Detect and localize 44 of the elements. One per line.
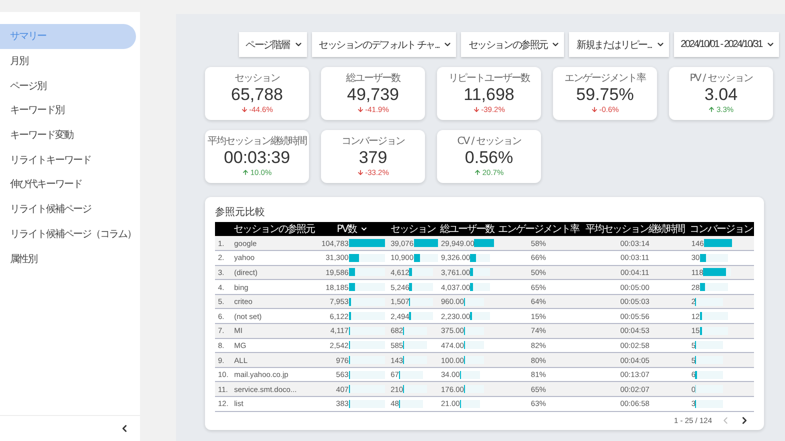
- filter-dropdown[interactable]: ページ階層: [238, 32, 307, 57]
- nav-item[interactable]: 月別: [0, 48, 136, 74]
- column-header[interactable]: PV数: [316, 222, 388, 236]
- nav-item[interactable]: 属性別: [0, 246, 136, 271]
- kpi-value: 0.56%: [464, 148, 514, 168]
- kpi-label: 平均セッション継続時間: [208, 134, 306, 148]
- sort-icon: [360, 225, 368, 234]
- kpi-value: 00:03:39: [224, 148, 290, 168]
- kpi-label: CV / セッション: [457, 135, 521, 148]
- kpi-value: 49,739: [347, 85, 399, 105]
- kpi-label: エンゲージメント率: [564, 72, 646, 85]
- table-title: 参照元比較: [215, 206, 265, 219]
- kpi-label: 総ユーザー数: [346, 72, 400, 85]
- kpi-label: PV / セッション: [690, 72, 752, 85]
- column-header[interactable]: セッション: [388, 222, 438, 236]
- caret-icon: [766, 40, 775, 49]
- caret-icon: [551, 40, 560, 49]
- nav-item[interactable]: キーワード変動: [0, 122, 136, 148]
- nav-item[interactable]: リライトキーワード: [0, 147, 136, 172]
- kpi-value: 3.04: [704, 85, 738, 105]
- column-header[interactable]: 総ユーザー数: [438, 222, 496, 236]
- kpi-label: コンバージョン: [342, 135, 404, 148]
- kpi-value: 65,788: [231, 85, 283, 105]
- filter-dropdown[interactable]: セッションのデフォルト チャ...: [312, 32, 456, 57]
- filter-dropdown[interactable]: 2024/10/01 - 2024/10/31: [674, 32, 779, 57]
- nav-item[interactable]: リライト候補ページ（コラム）: [0, 222, 136, 246]
- column-header[interactable]: セッションの参照元: [231, 222, 317, 236]
- caret-icon: [294, 40, 303, 49]
- kpi-label: リピートユーザー数: [448, 72, 530, 85]
- filter-dropdown[interactable]: セッションの参照元: [461, 32, 564, 57]
- column-header[interactable]: 平均セッション継続時間: [581, 222, 688, 236]
- nav-item[interactable]: キーワード別: [0, 98, 136, 123]
- kpi-value: 379: [358, 148, 388, 168]
- caret-icon: [443, 40, 452, 49]
- nav-item[interactable]: ページ別: [0, 73, 136, 98]
- kpi-value: 11,698: [464, 85, 514, 105]
- caret-icon: [656, 40, 665, 49]
- nav-item[interactable]: リライト候補ページ: [0, 196, 136, 222]
- nav-item[interactable]: 伸び代キーワード: [0, 172, 136, 197]
- column-header[interactable]: エンゲージメント率: [496, 222, 582, 236]
- filter-dropdown[interactable]: 新規またはリピー...: [569, 32, 669, 57]
- kpi-value: 59.75%: [576, 85, 634, 105]
- column-header[interactable]: コンバージョン: [688, 222, 754, 236]
- kpi-label: セッション: [234, 72, 280, 85]
